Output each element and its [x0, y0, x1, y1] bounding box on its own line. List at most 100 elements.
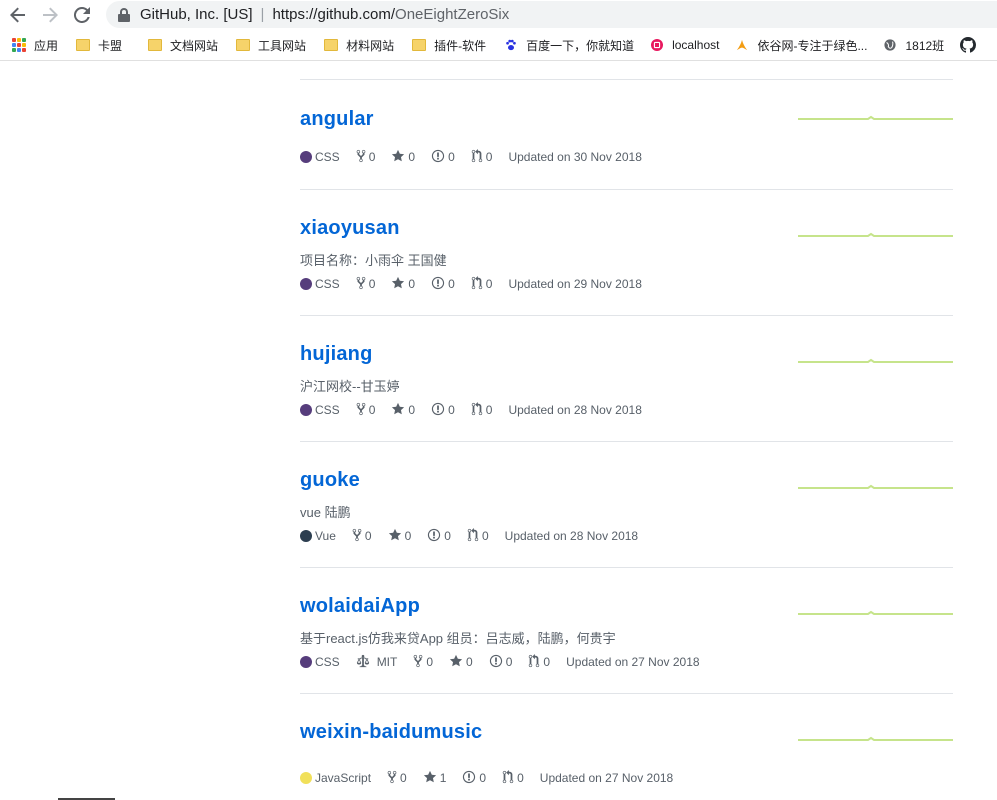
baidu-paw-icon [506, 39, 516, 51]
repo-updated: Updated on 27 Nov 2018 [566, 655, 700, 669]
repo-meta: JavaScript 0 1 0 0 Updated on 27 Nov 2018 [300, 769, 689, 787]
address-bar[interactable]: GitHub, Inc. [US] | https://github.com/O… [106, 1, 997, 28]
repo-stars-link[interactable]: 1 [423, 770, 446, 787]
bookmark-github[interactable] [960, 30, 977, 61]
folder-icon [76, 39, 91, 51]
license-label: MIT [376, 655, 398, 669]
repo-issues-link[interactable]: 0 [462, 770, 486, 787]
activity-sparkline [798, 736, 953, 741]
repo-name-link[interactable]: wolaidaiApp [300, 595, 420, 618]
prs-count: 0 [517, 771, 524, 785]
bookmark-tools[interactable]: 工具网站 [236, 30, 306, 61]
prs-count: 0 [485, 150, 493, 164]
repo-prs-link[interactable]: 0 [467, 527, 489, 545]
fork-icon [413, 654, 423, 671]
bookmark-1812[interactable]: 1812班 [883, 30, 944, 61]
repo-prs-link[interactable]: 0 [528, 653, 550, 671]
bookmark-yigu[interactable]: 依谷网-专注于绿色... [735, 30, 867, 61]
repo-stars-link[interactable]: 0 [391, 149, 415, 166]
repo-stars-link[interactable]: 0 [391, 276, 415, 293]
pull-request-icon [471, 275, 483, 293]
folder-icon [148, 39, 163, 51]
forks-count: 0 [400, 771, 407, 785]
bookmark-plugins[interactable]: 插件-软件 [412, 30, 486, 61]
fork-icon [352, 528, 362, 545]
repo-name-link[interactable]: weixin-baidumusic [300, 721, 482, 744]
bookmark-docs[interactable]: 文档网站 [148, 30, 218, 61]
bookmark-label: 插件-软件 [434, 38, 487, 53]
bookmark-label: 材料网站 [346, 38, 395, 53]
repo-item: wolaidaiApp 基于react.js仿我来贷App 组员：吕志威，陆鹏，何… [300, 567, 953, 693]
repo-forks-link[interactable]: 0 [352, 528, 372, 545]
repo-prs-link[interactable]: 0 [471, 148, 493, 166]
activity-sparkline [798, 358, 953, 363]
forks-count: 0 [368, 277, 376, 291]
repo-prs-link[interactable]: 0 [471, 401, 492, 419]
repo-stars-link[interactable]: 0 [388, 528, 411, 545]
issues-count: 0 [479, 771, 487, 785]
repo-stars-link[interactable]: 0 [391, 402, 415, 419]
repo-language: CSS [300, 150, 340, 164]
issue-icon [431, 402, 445, 419]
language-color-dot [300, 530, 312, 542]
language-label: JavaScript [315, 771, 372, 785]
repo-name-link[interactable]: hujiang [300, 343, 373, 366]
activity-sparkline [798, 115, 953, 120]
repo-forks-link[interactable]: 0 [356, 276, 376, 293]
repo-description: 项目名称：小雨伞 王国健 [300, 253, 447, 268]
repo-forks-link[interactable]: 0 [356, 149, 375, 166]
bookmark-label: 工具网站 [258, 38, 307, 53]
repo-name-link[interactable]: guoke [300, 469, 360, 492]
issue-icon [431, 276, 445, 293]
repo-forks-link[interactable]: 0 [387, 770, 407, 787]
repo-issues-link[interactable]: 0 [431, 276, 455, 293]
bookmark-label: 文档网站 [170, 38, 219, 53]
stars-count: 0 [408, 277, 416, 291]
issues-count: 0 [448, 403, 455, 417]
repo-item: xiaoyusan 项目名称：小雨伞 王国健 CSS 0 0 0 0 Updated on 2… [300, 189, 953, 315]
repo-language: CSS [300, 277, 340, 291]
bookmark-localhost[interactable]: localhost [650, 30, 719, 61]
repo-description: 沪江网校--甘玉婷 [300, 379, 400, 394]
repo-stars-link[interactable]: 0 [449, 654, 473, 671]
lock-icon [118, 7, 130, 22]
bookmark-label: 依谷网-专注于绿色... [757, 38, 868, 53]
star-icon [449, 654, 463, 671]
repo-name-link[interactable]: xiaoyusan [300, 217, 400, 240]
language-color-dot [300, 772, 312, 784]
repo-forks-link[interactable]: 0 [413, 654, 433, 671]
back-button[interactable] [2, 0, 34, 30]
star-icon [423, 770, 437, 787]
activity-sparkline [798, 232, 953, 237]
repo-forks-link[interactable]: 0 [356, 402, 375, 419]
repo-meta: CSS 0 0 0 0 Updated on 28 Nov 2018 [300, 401, 658, 419]
forks-count: 0 [426, 655, 434, 669]
issues-count: 0 [444, 529, 451, 543]
repo-prs-link[interactable]: 0 [502, 769, 524, 787]
repo-issues-link[interactable]: 0 [431, 149, 455, 166]
language-label: Vue [315, 529, 336, 543]
globe-icon [884, 39, 897, 51]
repo-issues-link[interactable]: 0 [431, 402, 455, 419]
repo-name-link[interactable]: angular [300, 108, 374, 131]
forward-button[interactable] [34, 0, 66, 30]
repo-prs-link[interactable]: 0 [471, 275, 492, 293]
bookmark-materials[interactable]: 材料网站 [324, 30, 394, 61]
url-host: https://github.com/ [272, 6, 396, 23]
repo-issues-link[interactable]: 0 [427, 528, 451, 545]
repo-meta: Vue 0 0 0 0 Updated on 28 Nov 2018 [300, 527, 654, 545]
bookmark-kameng[interactable]: 卡盟 [76, 30, 122, 61]
yigu-icon [737, 39, 748, 51]
repo-issues-link[interactable]: 0 [489, 654, 512, 671]
repo-meta: CSS MIT 0 0 0 0 Updated on 27 Nov 2018 [300, 653, 716, 671]
repo-meta: CSS 0 0 0 0 Updated on 30 Nov 2018 [300, 148, 658, 166]
reload-button[interactable] [66, 0, 98, 30]
bookmark-baidu[interactable]: 百度一下，你就知道 [504, 30, 634, 61]
bookmark-apps[interactable]: 应用 [12, 30, 58, 61]
star-icon [388, 528, 402, 545]
issues-count: 0 [448, 277, 455, 291]
stars-count: 0 [408, 403, 416, 417]
repo-updated: Updated on 27 Nov 2018 [539, 771, 674, 785]
repo-updated: Updated on 29 Nov 2018 [508, 277, 642, 291]
site-identity: GitHub, Inc. [US] [140, 6, 253, 23]
